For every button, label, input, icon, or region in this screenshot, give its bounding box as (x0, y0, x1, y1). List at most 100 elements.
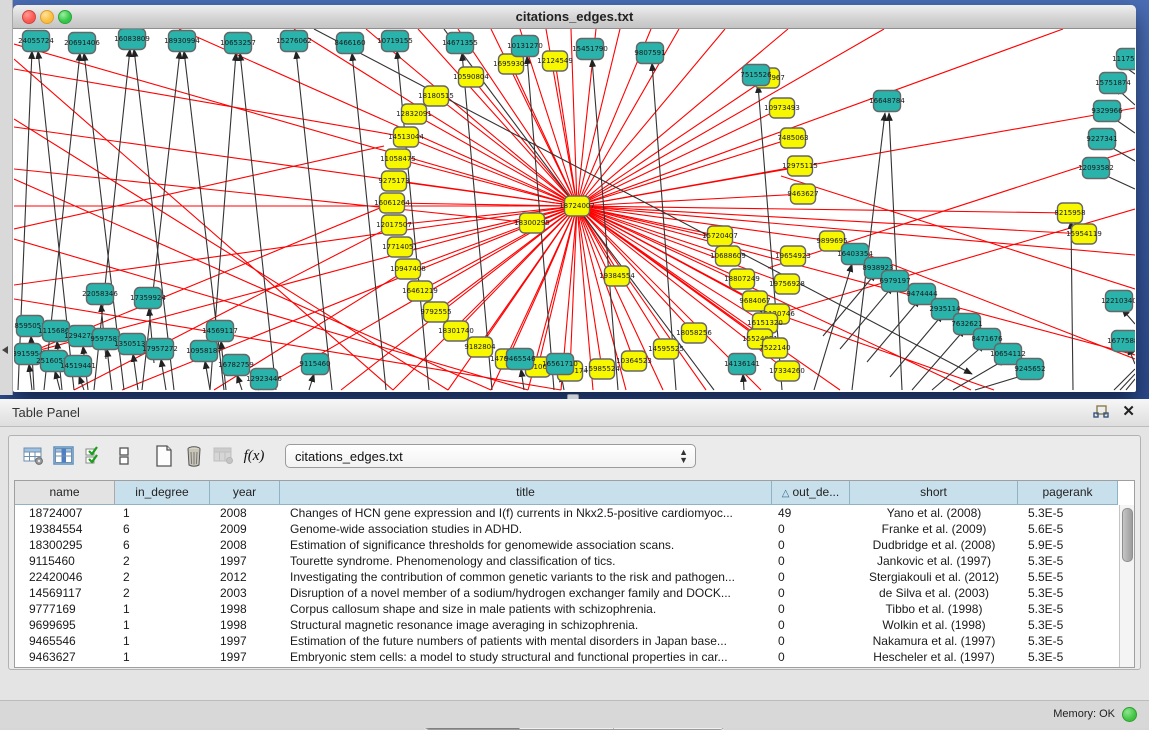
select-column-icon[interactable] (51, 443, 77, 469)
graph-node[interactable]: 7485063 (777, 128, 808, 148)
table-cell[interactable]: 1997 (210, 553, 280, 569)
column-header-name[interactable]: name (15, 481, 115, 505)
column-header-out-de-[interactable]: △out_de... (772, 481, 850, 505)
graph-edge[interactable] (237, 375, 242, 390)
function-builder-icon[interactable]: f(x) (241, 443, 267, 469)
table-cell[interactable]: 1 (115, 617, 210, 633)
graph-node[interactable]: 19756928 (769, 274, 805, 294)
table-cell[interactable]: 5.3E-5 (1018, 553, 1118, 569)
graph-edge[interactable] (406, 137, 577, 206)
graph-node[interactable]: 12017507 (376, 215, 412, 235)
graph-node[interactable]: 9465546 (504, 349, 536, 370)
table-cell[interactable]: Yano et al. (2008) (850, 505, 1018, 521)
graph-node[interactable]: 15985524 (584, 359, 620, 379)
graph-node[interactable]: 18300295 (514, 213, 550, 233)
graph-edge[interactable] (867, 299, 920, 362)
graph-edge[interactable] (14, 127, 577, 206)
graph-node[interactable]: 17957272 (142, 339, 178, 360)
graph-edge[interactable] (14, 146, 384, 229)
graph-node[interactable]: 10590804 (453, 67, 489, 87)
table-cell[interactable]: 19384554 (15, 521, 115, 537)
graph-node[interactable]: 9227341 (1086, 129, 1117, 150)
table-cell[interactable]: 0 (772, 633, 850, 649)
column-header-title[interactable]: title (280, 481, 772, 505)
graph-node[interactable]: 11058475 (380, 149, 416, 169)
table-cell[interactable]: 1 (115, 633, 210, 649)
table-cell[interactable]: 2008 (210, 537, 280, 553)
table-cell[interactable]: 49 (772, 505, 850, 521)
graph-node[interactable]: 10364523 (616, 351, 652, 371)
graph-node[interactable]: 14569117 (202, 321, 238, 342)
graph-edge[interactable] (55, 371, 60, 390)
graph-node[interactable]: 14519441 (60, 356, 96, 377)
graph-node[interactable]: 18724007 (559, 196, 595, 216)
table-cell[interactable]: Franke et al. (2009) (850, 521, 1018, 537)
graph-node[interactable]: 7522140 (759, 338, 790, 358)
table-cell[interactable]: Estimation of significance thresholds fo… (280, 537, 772, 553)
graph-node[interactable]: 18930994 (164, 31, 200, 52)
graph-node[interactable]: 10719155 (377, 31, 413, 52)
graph-edge[interactable] (420, 206, 577, 291)
network-view-window[interactable]: citations_edges.txt 18724007183002951938… (13, 5, 1136, 392)
table-cell[interactable]: Wolkin et al. (1998) (850, 617, 1018, 633)
table-cell[interactable]: 0 (772, 569, 850, 585)
table-cell[interactable]: 9465546 (15, 633, 115, 649)
table-row[interactable]: 911546021997Tourette syndrome. Phenomeno… (15, 553, 1134, 569)
table-row[interactable]: 1830029562008Estimation of significance … (15, 537, 1134, 553)
table-cell[interactable]: 2 (115, 553, 210, 569)
graph-node[interactable]: 15954119 (1066, 224, 1102, 244)
table-cell[interactable]: 5.3E-5 (1018, 601, 1118, 617)
table-cell[interactable]: 2 (115, 569, 210, 585)
graph-edge[interactable] (840, 286, 893, 349)
graph-edge[interactable] (107, 349, 112, 390)
graph-edge[interactable] (889, 113, 902, 390)
graph-node[interactable]: 20691406 (64, 33, 100, 54)
table-row[interactable]: 1456911722003Disruption of a novel membe… (15, 585, 1134, 601)
graph-edge[interactable] (1114, 369, 1135, 390)
graph-edge[interactable] (296, 51, 332, 390)
table-cell[interactable]: 0 (772, 585, 850, 601)
graph-edge[interactable] (79, 376, 84, 390)
table-cell[interactable]: 0 (772, 617, 850, 633)
graph-node[interactable]: 14595525 (648, 339, 684, 359)
graph-node[interactable]: 18180515 (418, 86, 454, 106)
graph-node[interactable]: 22058346 (82, 284, 118, 305)
column-header-short[interactable]: short (850, 481, 1018, 505)
graph-node[interactable]: 15751874 (1095, 73, 1131, 94)
graph-node[interactable]: 18807249 (724, 269, 760, 289)
table-cell[interactable]: Corpus callosum shape and size in male p… (280, 601, 772, 617)
table-cell[interactable]: 9777169 (15, 601, 115, 617)
table-row[interactable]: 946362711997Embryonic stem cells: a mode… (15, 649, 1134, 665)
table-row[interactable]: 2242004622012Investigating the contribut… (15, 569, 1134, 585)
graph-node[interactable]: 14513044 (388, 127, 424, 147)
graph-node[interactable]: 10688609 (710, 246, 746, 266)
table-cell[interactable]: 2012 (210, 569, 280, 585)
table-cell[interactable]: 14569117 (15, 585, 115, 601)
graph-node[interactable]: 16561710 (542, 354, 578, 375)
graph-edge[interactable] (314, 29, 972, 374)
column-header-in-degree[interactable]: in_degree (115, 481, 210, 505)
graph-node[interactable]: 9807591 (634, 43, 665, 64)
graph-edge[interactable] (414, 114, 577, 206)
network-table-selector[interactable]: citations_edges.txt ▲▼ (285, 444, 696, 468)
table-cell[interactable]: 1998 (210, 617, 280, 633)
table-cell[interactable]: 0 (772, 521, 850, 537)
table-cell[interactable]: 6 (115, 521, 210, 537)
graph-node[interactable]: 15276062 (276, 31, 312, 52)
table-cell[interactable]: 1 (115, 649, 210, 665)
graph-node[interactable]: 8215958 (1054, 203, 1085, 223)
table-cell[interactable]: 9463627 (15, 649, 115, 665)
graph-node[interactable]: 15720407 (702, 226, 738, 246)
collapse-arrow-icon[interactable] (2, 346, 8, 354)
table-cell[interactable]: Nakamura et al. (1997) (850, 633, 1018, 649)
graph-node[interactable]: 16083809 (114, 29, 150, 50)
table-cell[interactable]: Structural magnetic resonance image aver… (280, 617, 772, 633)
table-scrollbar[interactable] (1119, 505, 1134, 667)
table-cell[interactable]: 6 (115, 537, 210, 553)
graph-node[interactable]: 17334260 (769, 361, 805, 381)
table-cell[interactable]: 18300295 (15, 537, 115, 553)
table-cell[interactable]: Hescheler et al. (1997) (850, 649, 1018, 665)
network-canvas[interactable]: 1872400718300295193845541572040710688609… (14, 29, 1135, 391)
column-header-pagerank[interactable]: pagerank (1018, 481, 1118, 505)
minimize-window-button[interactable] (40, 10, 54, 24)
